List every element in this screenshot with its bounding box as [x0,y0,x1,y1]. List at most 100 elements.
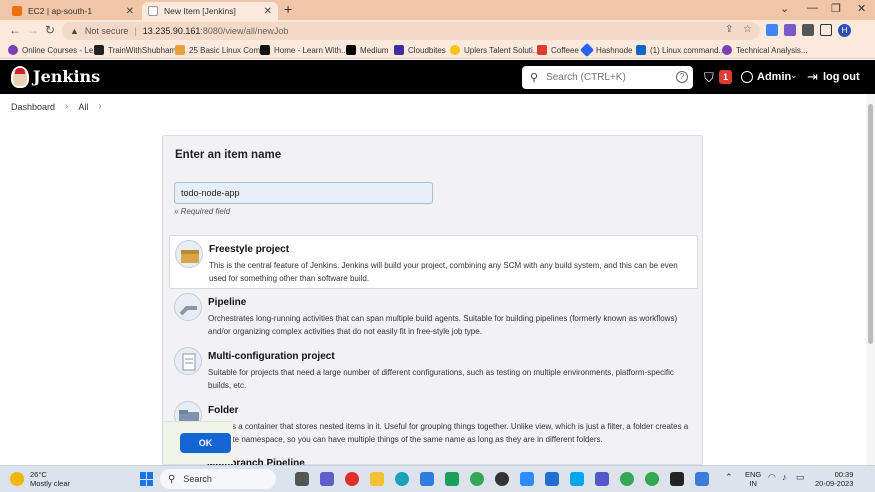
item-type-multi-config[interactable]: Multi-configuration project Suitable for… [169,343,698,397]
bookmark-icon [175,45,185,55]
chevron-right-icon[interactable]: › [98,101,101,112]
share-icon[interactable]: ⇪ [725,24,733,35]
shield-icon[interactable]: ⛉ [704,70,714,86]
extension-icon[interactable] [784,24,796,36]
tab-title: New Item [Jenkins] [164,6,236,16]
breadcrumb-dashboard[interactable]: Dashboard [11,102,55,112]
item-type-freestyle[interactable]: Freestyle project This is the central fe… [169,235,698,289]
extension-icon[interactable] [766,24,778,36]
reload-icon[interactable]: ↻ [45,23,55,37]
opera-icon[interactable] [345,472,359,486]
app-icon[interactable] [445,472,459,486]
maximize-icon[interactable]: ❐ [831,2,841,15]
page-icon [148,6,158,16]
app-icon[interactable] [495,472,509,486]
bookmark-item[interactable]: Medium [346,45,388,55]
store-icon[interactable] [570,472,584,486]
ok-button[interactable]: OK [180,433,231,453]
bookmark-item[interactable]: Uplers Talent Soluti... [450,45,539,55]
bookmark-item[interactable]: Hashnode [579,42,632,58]
user-name[interactable]: Admin [757,71,791,83]
mail-icon[interactable] [545,472,559,486]
multi-config-icon [174,347,202,375]
puzzle-icon[interactable] [802,24,814,36]
file-explorer-icon[interactable] [370,472,384,486]
teams-icon[interactable] [595,472,609,486]
scrollbar-thumb[interactable] [868,104,873,344]
bookmark-item[interactable]: Coffeee [537,45,579,55]
chrome-icon[interactable] [645,472,659,486]
chevron-down-icon[interactable]: ⌄ [790,70,798,81]
item-type-pipeline[interactable]: Pipeline Orchestrates long-running activ… [169,289,698,343]
search-icon: ⚲ [168,473,176,485]
bookmark-item[interactable]: TrainWithShubham [94,45,176,55]
close-window-icon[interactable]: ✕ [857,2,866,15]
chevron-down-icon[interactable]: ⌄ [780,2,789,15]
volume-icon[interactable]: ♪ [782,472,787,482]
browser-tab-new-item[interactable]: New Item [Jenkins] ✕ [142,2,278,20]
bookmark-icon [8,45,18,55]
app-icon[interactable] [695,472,709,486]
bookmark-icon [394,45,404,55]
item-name-input[interactable] [174,182,433,204]
browser-tab-ec2[interactable]: EC2 | ap-south-1 ✕ [6,2,140,20]
notification-badge[interactable]: 1 [719,70,732,84]
bookmark-item[interactable]: Online Courses - Le... [8,45,100,55]
terminal-icon[interactable] [670,472,684,486]
bookmark-item[interactable]: Cloudbites [394,45,446,55]
bookmark-icon [537,45,547,55]
task-view-icon[interactable] [295,472,309,486]
zoom-icon[interactable] [520,472,534,486]
sidebar-icon[interactable] [820,24,832,36]
help-icon[interactable]: ? [676,71,688,83]
bookmark-icon [450,45,460,55]
bookmark-item[interactable]: Home - Learn With... [260,45,348,55]
teams-icon[interactable] [320,472,334,486]
app-title[interactable]: Jenkins [33,67,100,86]
user-icon[interactable] [741,71,753,83]
minimize-icon[interactable]: — [807,2,818,14]
bookmark-item[interactable]: Technical Analysis... [722,45,808,55]
scrollbar[interactable] [866,94,875,465]
wifi-icon[interactable]: ◠ [768,472,776,483]
logout-icon[interactable]: ⇥ [807,69,818,85]
edge-icon[interactable] [395,472,409,486]
language-label: ENG [745,470,762,479]
bookmark-star-icon[interactable]: ☆ [743,24,752,35]
profile-avatar[interactable]: H [838,24,851,37]
app-icon[interactable] [420,472,434,486]
logout-link[interactable]: log out [823,71,860,83]
tab-title: EC2 | ap-south-1 [28,6,93,16]
region-label: IN [749,479,757,488]
item-type-description: Suitable for projects that need a large … [208,368,674,390]
item-type-folder[interactable]: Folder Creates a container that stores n… [169,397,698,451]
chrome-icon[interactable] [620,472,634,486]
breadcrumb-all[interactable]: All [78,102,88,112]
forward-icon[interactable]: → [27,23,39,37]
jenkins-logo-icon[interactable] [11,66,29,88]
bookmark-item[interactable]: (1) Linux command... [636,45,725,55]
linkedin-icon [636,45,646,55]
chevron-up-icon[interactable]: ⌃ [725,472,733,483]
search-box[interactable]: ⚲ ? [522,66,693,89]
windows-start-icon[interactable] [140,472,154,486]
warning-icon[interactable]: ▲ [70,26,79,36]
close-icon[interactable]: ✕ [126,6,134,17]
breadcrumb: Dashboard › All › [11,101,112,112]
bookmark-icon [94,45,104,55]
bookmark-item[interactable]: 25 Basic Linux Com... [175,45,267,55]
url-host: 13.235.90.161 [142,26,201,36]
weather-widget[interactable]: 26°C Mostly clear [10,470,70,488]
clock[interactable]: 00:39 20-09-2023 [815,470,853,488]
back-icon[interactable]: ← [9,23,21,37]
new-tab-icon[interactable]: + [284,1,292,17]
security-label: Not secure [84,26,129,36]
chrome-icon[interactable] [470,472,484,486]
search-input[interactable] [546,72,665,83]
battery-icon[interactable]: ▭ [796,472,805,483]
url-bar[interactable]: ▲ Not secure | 13.235.90.161:8080/view/a… [62,22,760,40]
url-path: :8080/view/all/newJob [200,26,289,36]
taskbar-search[interactable]: ⚲ Search [160,469,276,489]
language-indicator[interactable]: ENG IN [745,470,761,488]
close-icon[interactable]: ✕ [264,6,272,17]
